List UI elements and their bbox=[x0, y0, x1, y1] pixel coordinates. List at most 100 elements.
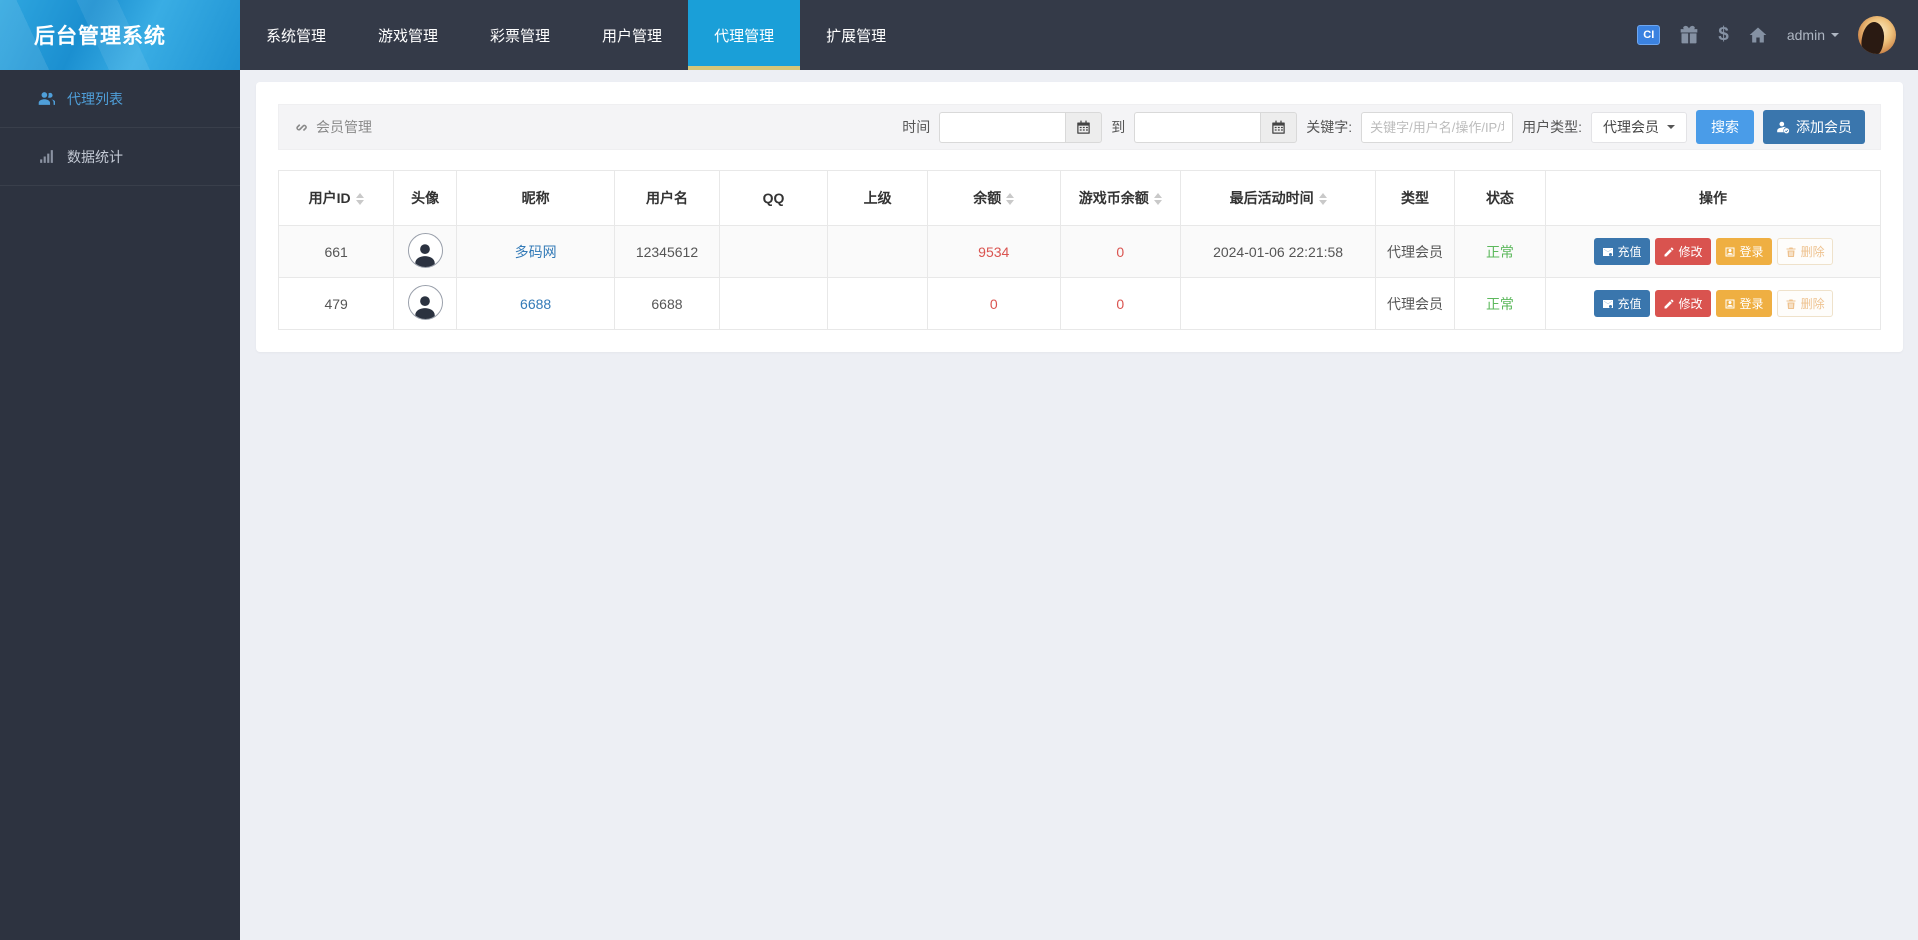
sidebar-item-label: 数据统计 bbox=[67, 148, 123, 165]
cell-qq bbox=[718, 277, 829, 330]
nickname-link[interactable]: 多码网 bbox=[515, 244, 557, 260]
col-status: 状态 bbox=[1453, 170, 1547, 226]
nav-extend[interactable]: 扩展管理 bbox=[800, 0, 912, 70]
member-panel: 会员管理 时间 到 关键字: 关键字/用户名/操作/IP/地址 用户类型: 代理… bbox=[256, 82, 1903, 352]
user-menu[interactable]: admin bbox=[1787, 27, 1839, 43]
table-row: 479 6688 6688 0 0 代理会员 正常 充值 修改 登录 删除 bbox=[277, 277, 1881, 330]
bar-chart-icon bbox=[40, 150, 53, 163]
person-icon bbox=[415, 244, 435, 267]
cell-nickname[interactable]: 6688 bbox=[455, 277, 616, 330]
id-card-icon bbox=[1725, 299, 1735, 308]
app-logo: 后台管理系统 bbox=[0, 0, 240, 70]
date-from-calendar-button[interactable] bbox=[1065, 111, 1103, 143]
cell-last-active: 2024-01-06 22:21:58 bbox=[1179, 225, 1377, 278]
ci-badge-icon[interactable]: CI bbox=[1637, 25, 1661, 45]
nav-lottery[interactable]: 彩票管理 bbox=[464, 0, 576, 70]
user-avatar[interactable] bbox=[1858, 16, 1896, 54]
col-user-id[interactable]: 用户ID bbox=[277, 170, 395, 226]
col-game-balance[interactable]: 游戏币余额 bbox=[1059, 170, 1181, 226]
date-to-calendar-button[interactable] bbox=[1260, 111, 1298, 143]
cell-game-balance: 0 bbox=[1059, 225, 1181, 278]
cell-username: 6688 bbox=[614, 277, 720, 330]
envelope-coin-icon bbox=[1602, 299, 1613, 308]
cell-balance: 9534 bbox=[926, 225, 1061, 278]
cell-nickname[interactable]: 多码网 bbox=[455, 225, 616, 278]
nav-user[interactable]: 用户管理 bbox=[576, 0, 688, 70]
person-add-icon bbox=[1777, 121, 1790, 134]
cell-game-balance: 0 bbox=[1059, 277, 1181, 330]
sidebar: 代理列表 数据统计 bbox=[0, 70, 240, 940]
col-qq: QQ bbox=[718, 170, 829, 226]
cell-user-id: 661 bbox=[277, 225, 395, 278]
sidebar-item-statistics[interactable]: 数据统计 bbox=[0, 128, 240, 186]
cell-user-id: 479 bbox=[277, 277, 395, 330]
cell-status: 正常 bbox=[1453, 225, 1547, 278]
app-title: 后台管理系统 bbox=[34, 25, 166, 48]
cell-username: 12345612 bbox=[614, 225, 720, 278]
home-icon[interactable] bbox=[1748, 25, 1768, 45]
delete-button[interactable]: 删除 bbox=[1776, 238, 1833, 265]
user-type-select[interactable]: 代理会员 bbox=[1591, 111, 1687, 143]
add-member-button[interactable]: 添加会员 bbox=[1763, 110, 1865, 144]
panel-title-wrap: 会员管理 bbox=[294, 117, 372, 137]
recharge-button[interactable]: 充值 bbox=[1593, 238, 1650, 265]
date-to-input[interactable] bbox=[1134, 111, 1261, 143]
filter-bar: 会员管理 时间 到 关键字: 关键字/用户名/操作/IP/地址 用户类型: 代理… bbox=[278, 104, 1881, 150]
nav-agent[interactable]: 代理管理 bbox=[688, 0, 801, 70]
link-icon bbox=[296, 123, 307, 131]
col-type: 类型 bbox=[1375, 170, 1455, 226]
col-balance[interactable]: 余额 bbox=[926, 170, 1061, 226]
sort-icon[interactable] bbox=[1318, 193, 1327, 206]
delete-button[interactable]: 删除 bbox=[1776, 290, 1833, 317]
sidebar-item-agent-list[interactable]: 代理列表 bbox=[0, 70, 240, 128]
date-from-input[interactable] bbox=[939, 111, 1066, 143]
search-button[interactable]: 搜索 bbox=[1696, 110, 1754, 144]
users-icon bbox=[38, 92, 55, 105]
pencil-icon bbox=[1664, 247, 1674, 256]
topbar-right: CI $ admin bbox=[1637, 0, 1918, 70]
cell-type: 代理会员 bbox=[1375, 225, 1455, 278]
keyword-input[interactable] bbox=[1361, 111, 1514, 143]
dollar-icon[interactable]: $ bbox=[1718, 24, 1729, 46]
time-label: 时间 bbox=[902, 119, 931, 135]
sort-icon[interactable] bbox=[1153, 193, 1162, 206]
col-parent: 上级 bbox=[827, 170, 928, 226]
person-icon bbox=[415, 296, 435, 319]
recharge-button[interactable]: 充值 bbox=[1593, 290, 1650, 317]
cell-parent bbox=[827, 225, 928, 278]
table-header-row: 用户ID 头像 昵称 用户名 QQ 上级 余额 游戏币余额 最后活动时间 类型 … bbox=[277, 170, 1881, 226]
cell-last-active bbox=[1179, 277, 1377, 330]
member-avatar bbox=[407, 233, 443, 269]
col-username: 用户名 bbox=[614, 170, 720, 226]
nickname-link[interactable]: 6688 bbox=[520, 296, 551, 312]
col-last-active[interactable]: 最后活动时间 bbox=[1179, 170, 1377, 226]
edit-button[interactable]: 修改 bbox=[1654, 238, 1711, 265]
sort-icon[interactable] bbox=[355, 193, 364, 206]
nav-system[interactable]: 系统管理 bbox=[240, 0, 352, 70]
cell-avatar bbox=[393, 277, 457, 330]
gift-icon[interactable] bbox=[1679, 25, 1699, 45]
sort-icon[interactable] bbox=[1006, 193, 1015, 206]
pencil-icon bbox=[1664, 299, 1674, 308]
to-label: 到 bbox=[1111, 119, 1126, 135]
user-type-label: 用户类型: bbox=[1522, 119, 1582, 135]
main-nav: 系统管理 游戏管理 彩票管理 用户管理 代理管理 扩展管理 bbox=[240, 0, 912, 70]
calendar-icon bbox=[1077, 120, 1090, 134]
nav-game[interactable]: 游戏管理 bbox=[352, 0, 464, 70]
cell-qq bbox=[718, 225, 829, 278]
member-table: 用户ID 头像 昵称 用户名 QQ 上级 余额 游戏币余额 最后活动时间 类型 … bbox=[277, 170, 1881, 330]
edit-button[interactable]: 修改 bbox=[1654, 290, 1711, 317]
login-button[interactable]: 登录 bbox=[1715, 290, 1772, 317]
date-from-group bbox=[939, 111, 1103, 143]
calendar-icon bbox=[1272, 120, 1285, 134]
filter-controls: 时间 到 关键字: 关键字/用户名/操作/IP/地址 用户类型: 代理会员 搜索… bbox=[902, 110, 1865, 144]
cell-actions: 充值 修改 登录 删除 bbox=[1545, 225, 1881, 278]
keyword-label: 关键字: bbox=[1306, 119, 1353, 135]
trash-icon bbox=[1786, 247, 1796, 257]
chevron-down-icon bbox=[1667, 125, 1675, 129]
add-member-label: 添加会员 bbox=[1796, 119, 1852, 135]
login-button[interactable]: 登录 bbox=[1715, 238, 1772, 265]
panel-title: 会员管理 bbox=[316, 119, 372, 135]
trash-icon bbox=[1786, 299, 1796, 309]
date-to-group bbox=[1134, 111, 1298, 143]
